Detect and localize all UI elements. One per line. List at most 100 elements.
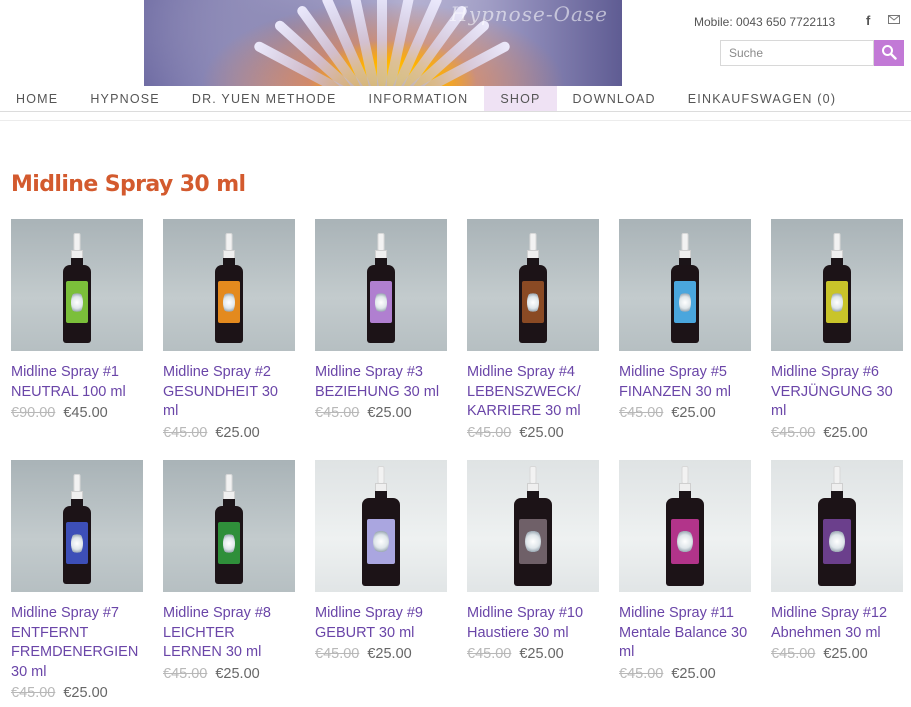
product-image[interactable] xyxy=(163,460,295,592)
product-prices: €90.00 €45.00 xyxy=(11,403,144,423)
spray-bottle-image xyxy=(367,233,395,343)
product-title-link[interactable]: Midline Spray #6 VERJÜNGUNG 30 ml xyxy=(771,363,904,422)
old-price: €45.00 xyxy=(11,685,56,701)
product-card[interactable]: Midline Spray #1 NEUTRAL 100 ml €90.00 €45… xyxy=(11,219,144,423)
old-price: €45.00 xyxy=(771,424,816,441)
old-price: €45.00 xyxy=(467,646,512,662)
product-title-link[interactable]: Midline Spray #11 Mentale Balance 30 ml xyxy=(619,604,752,663)
old-price: €45.00 xyxy=(163,424,208,441)
product-prices: €45.00 €25.00 xyxy=(619,403,752,423)
product-title-link[interactable]: Midline Spray #9 GEBURT 30 ml xyxy=(315,604,448,643)
header-banner-image[interactable]: Hypnose-Oase xyxy=(144,0,622,86)
old-price: €45.00 xyxy=(315,405,360,421)
spray-bottle-image xyxy=(823,233,851,343)
old-price: €45.00 xyxy=(467,424,512,441)
nav-home[interactable]: HOME xyxy=(0,86,74,112)
sale-price: €25.00 xyxy=(671,405,716,421)
sale-price: €25.00 xyxy=(671,665,716,682)
spray-bottle-image xyxy=(519,233,547,343)
spray-bottle-image xyxy=(666,466,704,586)
content-divider xyxy=(0,120,911,121)
product-image[interactable] xyxy=(315,460,447,592)
nav-dr-yuen-methode[interactable]: DR. YUEN METHODE xyxy=(176,86,353,112)
product-image[interactable] xyxy=(467,219,599,351)
old-price: €90.00 xyxy=(11,405,56,421)
product-title-link[interactable]: Midline Spray #7 ENTFERNT FREMDENERGIEN … xyxy=(11,604,144,682)
product-title-link[interactable]: Midline Spray #10 Haustiere 30 ml xyxy=(467,604,600,643)
nav-einkaufswagen[interactable]: EINKAUFSWAGEN (0) xyxy=(672,86,852,112)
spray-bottle-image xyxy=(671,233,699,343)
old-price: €45.00 xyxy=(619,665,664,682)
product-prices: €45.00 €25.00 xyxy=(11,683,144,703)
banner-logo-text: Hypnose-Oase xyxy=(450,2,608,26)
product-prices: €45.00 €25.00 xyxy=(315,403,448,423)
spray-bottle-image xyxy=(362,466,400,586)
sale-price: €25.00 xyxy=(367,646,412,662)
sale-price: €25.00 xyxy=(823,424,868,441)
spray-bottle-image xyxy=(818,466,856,586)
product-prices: €45.00 €25.00 xyxy=(315,644,448,664)
nav-information[interactable]: INFORMATION xyxy=(353,86,485,112)
spray-bottle-image xyxy=(514,466,552,586)
search-input[interactable] xyxy=(720,40,874,66)
product-card[interactable]: Midline Spray #7 ENTFERNT FREMDENERGIEN … xyxy=(11,460,144,703)
spray-bottle-image xyxy=(63,233,91,343)
product-prices: €45.00 €25.00 xyxy=(163,664,296,684)
product-image[interactable] xyxy=(771,460,903,592)
product-title-link[interactable]: Midline Spray #8 LEICHTER LERNEN 30 ml xyxy=(163,604,296,663)
product-prices: €45.00 €25.00 xyxy=(771,423,904,443)
product-card[interactable]: Midline Spray #9 GEBURT 30 ml €45.00 €25.0… xyxy=(315,460,448,664)
product-card[interactable]: Midline Spray #12 Abnehmen 30 ml €45.00 €2… xyxy=(771,460,904,664)
spray-bottle-image xyxy=(215,474,243,584)
mobile-phone: Mobile: 0043 650 7722113 xyxy=(694,15,836,29)
product-prices: €45.00 €25.00 xyxy=(771,644,904,664)
product-image[interactable] xyxy=(163,219,295,351)
mail-icon[interactable] xyxy=(888,13,900,27)
product-card[interactable]: Midline Spray #2 GESUNDHEIT 30 ml €45.00 €… xyxy=(163,219,296,443)
product-card[interactable]: Midline Spray #11 Mentale Balance 30 ml €… xyxy=(619,460,752,684)
product-image[interactable] xyxy=(619,219,751,351)
old-price: €45.00 xyxy=(163,665,208,682)
product-image[interactable] xyxy=(619,460,751,592)
product-card[interactable]: Midline Spray #4 LEBENSZWECK/ KARRIERE 3… xyxy=(467,219,600,443)
product-prices: €45.00 €25.00 xyxy=(163,423,296,443)
sale-price: €25.00 xyxy=(519,646,564,662)
old-price: €45.00 xyxy=(771,646,816,662)
product-title-link[interactable]: Midline Spray #2 GESUNDHEIT 30 ml xyxy=(163,363,296,422)
product-image[interactable] xyxy=(11,219,143,351)
sale-price: €25.00 xyxy=(519,424,564,441)
spray-bottle-image xyxy=(215,233,243,343)
product-image[interactable] xyxy=(11,460,143,592)
nav-hypnose[interactable]: HYPNOSE xyxy=(74,86,176,112)
product-image[interactable] xyxy=(467,460,599,592)
product-card[interactable]: Midline Spray #6 VERJÜNGUNG 30 ml €45.00 €… xyxy=(771,219,904,443)
sale-price: €25.00 xyxy=(823,646,868,662)
product-card[interactable]: Midline Spray #5 FINANZEN 30 ml €45.00 €25… xyxy=(619,219,752,423)
product-title-link[interactable]: Midline Spray #3 BEZIEHUNG 30 ml xyxy=(315,363,448,402)
sale-price: €25.00 xyxy=(63,685,108,701)
facebook-icon[interactable]: f xyxy=(866,13,870,28)
product-card[interactable]: Midline Spray #3 BEZIEHUNG 30 ml €45.00 €2… xyxy=(315,219,448,423)
spray-bottle-image xyxy=(63,474,91,584)
sale-price: €25.00 xyxy=(215,665,260,682)
old-price: €45.00 xyxy=(619,405,664,421)
product-image[interactable] xyxy=(771,219,903,351)
banner-petal xyxy=(377,0,387,86)
product-title-link[interactable]: Midline Spray #4 LEBENSZWECK/ KARRIERE 3… xyxy=(467,363,600,422)
product-image[interactable] xyxy=(315,219,447,351)
product-card[interactable]: Midline Spray #10 Haustiere 30 ml €45.00 €… xyxy=(467,460,600,664)
sale-price: €25.00 xyxy=(367,405,412,421)
nav-shop[interactable]: SHOP xyxy=(484,86,557,112)
search-button[interactable] xyxy=(874,40,904,66)
product-title-link[interactable]: Midline Spray #5 FINANZEN 30 ml xyxy=(619,363,752,402)
main-navigation: HOME HYPNOSE DR. YUEN METHODE INFORMATIO… xyxy=(0,86,911,112)
sale-price: €25.00 xyxy=(215,424,260,441)
nav-download[interactable]: DOWNLOAD xyxy=(557,86,672,112)
sale-price: €45.00 xyxy=(63,405,108,421)
product-card[interactable]: Midline Spray #8 LEICHTER LERNEN 30 ml €4… xyxy=(163,460,296,684)
product-title-link[interactable]: Midline Spray #1 NEUTRAL 100 ml xyxy=(11,363,144,402)
product-prices: €45.00 €25.00 xyxy=(467,423,600,443)
product-prices: €45.00 €25.00 xyxy=(619,664,752,684)
product-title-link[interactable]: Midline Spray #12 Abnehmen 30 ml xyxy=(771,604,904,643)
page-title: Midline Spray 30 ml xyxy=(11,172,246,197)
